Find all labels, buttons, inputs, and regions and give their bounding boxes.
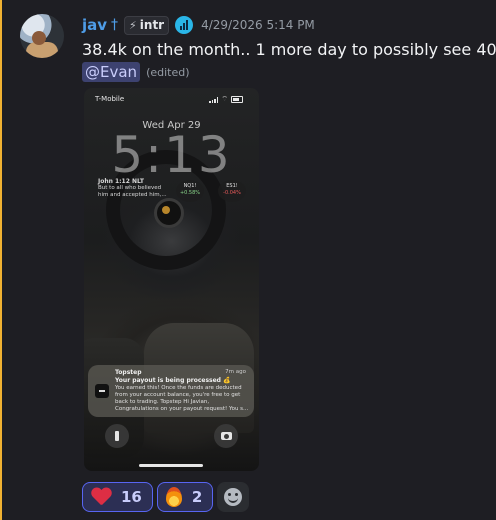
message-header: jav † ⚡ intr 4/29/2026 5:14 PM — [82, 14, 315, 36]
home-indicator — [139, 464, 203, 467]
user-mention[interactable]: @Evan — [82, 62, 141, 82]
ticker-widget: ES1! -0.04% — [218, 180, 246, 202]
notification-body: You earned this! Once the funds are dedu… — [115, 385, 249, 412]
add-reaction-icon — [224, 488, 243, 506]
ticker-change: -0.04% — [223, 190, 241, 196]
guild-tag-label: intr — [139, 18, 165, 32]
flashlight-icon — [105, 424, 129, 448]
avatar[interactable] — [20, 14, 64, 58]
topstep-app-icon — [95, 384, 109, 398]
notification-time: 7m ago — [225, 369, 246, 375]
timestamp: 4/29/2026 5:14 PM — [201, 18, 315, 32]
carrier-label: T-Mobile — [95, 95, 125, 103]
verse-widget: John 1:12 NLT But to all who believed hi… — [98, 178, 168, 199]
heart-emoji-icon — [91, 488, 111, 506]
ticker-symbol: ES1! — [226, 183, 238, 189]
lock-time: 5:13 — [111, 126, 232, 184]
camera-icon — [214, 424, 238, 448]
chat-message: jav † ⚡ intr 4/29/2026 5:14 PM 38.4k on … — [0, 0, 496, 520]
fire-emoji-icon — [165, 487, 182, 507]
reaction-count: 16 — [121, 488, 142, 506]
flashlight-glyph — [115, 431, 119, 441]
ticker-symbol: NQ1! — [183, 183, 197, 189]
ticker-change: +0.58% — [179, 190, 201, 196]
battery-icon — [231, 96, 243, 103]
highlight-bar — [0, 0, 2, 520]
reaction-count: 2 — [191, 488, 203, 506]
mention-line: @Evan (edited) — [82, 62, 190, 82]
signal-icon — [209, 96, 219, 103]
guild-tag[interactable]: ⚡ intr — [124, 15, 170, 35]
avatar-head — [32, 31, 46, 45]
image-attachment[interactable]: T-Mobile ⌔ Wed Apr 29 5:13 John 1:12 NLT… — [84, 88, 259, 471]
username[interactable]: jav — [82, 16, 107, 34]
notification-app: Topstep — [115, 369, 142, 376]
lightning-icon: ⚡ — [129, 18, 137, 32]
car-logo — [162, 206, 170, 214]
avatar-body — [26, 42, 58, 58]
notification-title: Your payout is being processed 💰 — [115, 377, 231, 384]
reaction-fire[interactable]: 2 — [156, 482, 214, 512]
ticker-widget: NQ1! +0.58% — [176, 180, 204, 202]
chart-badge-icon[interactable] — [175, 16, 194, 34]
edited-label: (edited) — [146, 65, 190, 79]
verse-text: But to all who believed him and accepted… — [98, 185, 167, 198]
status-icons: ⌔ — [209, 95, 243, 104]
camera-glyph — [220, 432, 232, 440]
reaction-heart[interactable]: 16 — [82, 482, 153, 512]
message-text: 38.4k on the month.. 1 more day to possi… — [82, 40, 496, 59]
phone-status-bar: T-Mobile ⌔ — [84, 92, 259, 106]
wheel-hub — [154, 198, 184, 228]
wifi-icon: ⌔ — [221, 95, 228, 103]
verse-title: John 1:12 NLT — [98, 178, 144, 185]
add-reaction-button[interactable] — [217, 482, 250, 512]
reactions-bar: 16 2 — [82, 482, 250, 512]
cross-symbol: † — [111, 17, 119, 33]
lockscreen-notification: Topstep 7m ago Your payout is being proc… — [88, 365, 254, 417]
